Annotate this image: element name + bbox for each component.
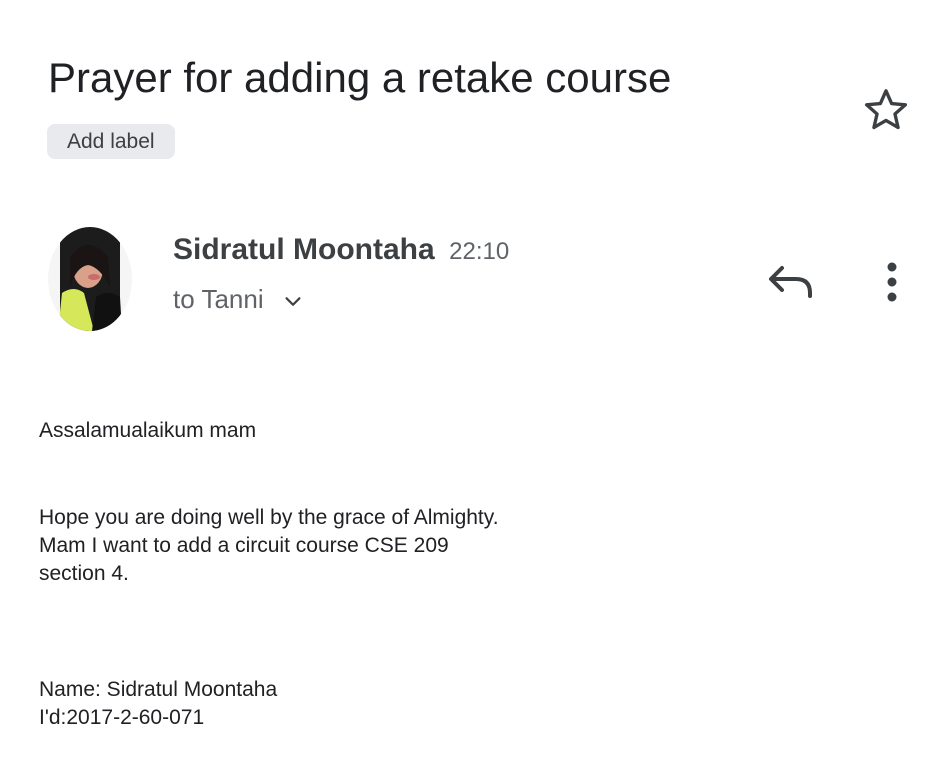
avatar[interactable] (48, 227, 132, 331)
body-line: section 4. (39, 562, 129, 585)
signature-id: I'd:2017-2-60-071 (39, 706, 205, 729)
email-time: 22:10 (449, 238, 510, 265)
sender-name[interactable]: Sidratul Moontaha (173, 233, 435, 266)
add-label-button[interactable]: Add label (47, 124, 175, 159)
body-line: Mam I want to add a circuit course CSE 2… (39, 534, 449, 557)
email-signature: Name: Sidratul Moontaha I'd:2017-2-60-07… (39, 676, 277, 732)
recipient-details-toggle[interactable]: to Tanni (173, 281, 304, 317)
email-greeting: Assalamualaikum mam (39, 419, 257, 442)
email-subject: Prayer for adding a retake course (48, 54, 672, 101)
star-icon[interactable] (861, 85, 911, 135)
more-vert-icon[interactable] (875, 258, 909, 306)
sender-line: Sidratul Moontaha 22:10 (173, 230, 509, 270)
email-body-paragraph: Hope you are doing well by the grace of … (39, 504, 499, 588)
chevron-down-icon (285, 297, 301, 306)
recipient-text: to Tanni (173, 284, 264, 314)
body-line: Hope you are doing well by the grace of … (39, 506, 499, 529)
signature-name: Name: Sidratul Moontaha (39, 678, 278, 701)
reply-icon[interactable] (764, 258, 816, 306)
